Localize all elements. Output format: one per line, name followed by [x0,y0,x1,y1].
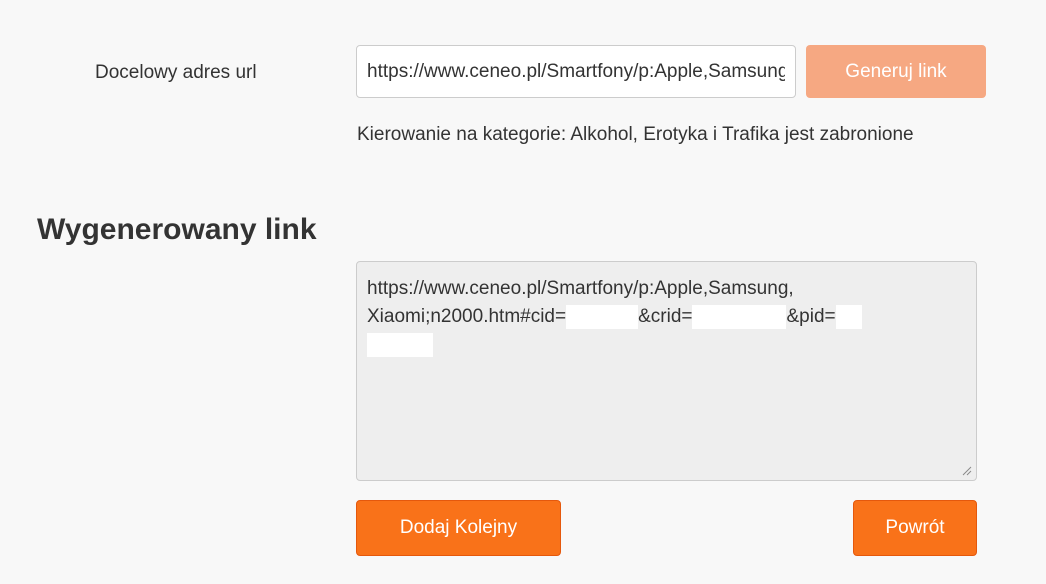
back-button[interactable]: Powrót [853,500,977,556]
redacted-pid-value [835,304,862,329]
generated-link-textarea[interactable]: https://www.ceneo.pl/Smartfony/p:Apple,S… [356,261,977,481]
link-generator-page: Docelowy adres url Generuj link Kierowan… [0,0,1046,584]
generated-link-heading: Wygenerowany link [37,213,317,246]
redacted-pid-value-continued [367,332,433,357]
generated-link-prefix: Xiaomi;n2000.htm#cid= [367,306,567,327]
add-another-button[interactable]: Dodaj Kolejny [356,500,561,556]
target-url-input[interactable] [356,45,796,98]
generated-link-line-1: https://www.ceneo.pl/Smartfony/p:Apple,S… [367,278,794,299]
resize-grip-icon[interactable] [962,466,972,476]
generated-link-line-2: Xiaomi;n2000.htm#cid= &crid= &pid= [367,303,966,331]
target-url-label: Docelowy adres url [95,62,257,83]
redacted-crid-value [692,304,787,329]
category-warning-text: Kierowanie na kategorie: Alkohol, Erotyk… [357,124,914,145]
crid-param: &crid= [638,306,693,327]
generated-link-line-3 [367,331,966,359]
pid-param: &pid= [786,306,836,327]
redacted-cid-value [566,304,639,329]
generate-link-button[interactable]: Generuj link [806,45,986,98]
